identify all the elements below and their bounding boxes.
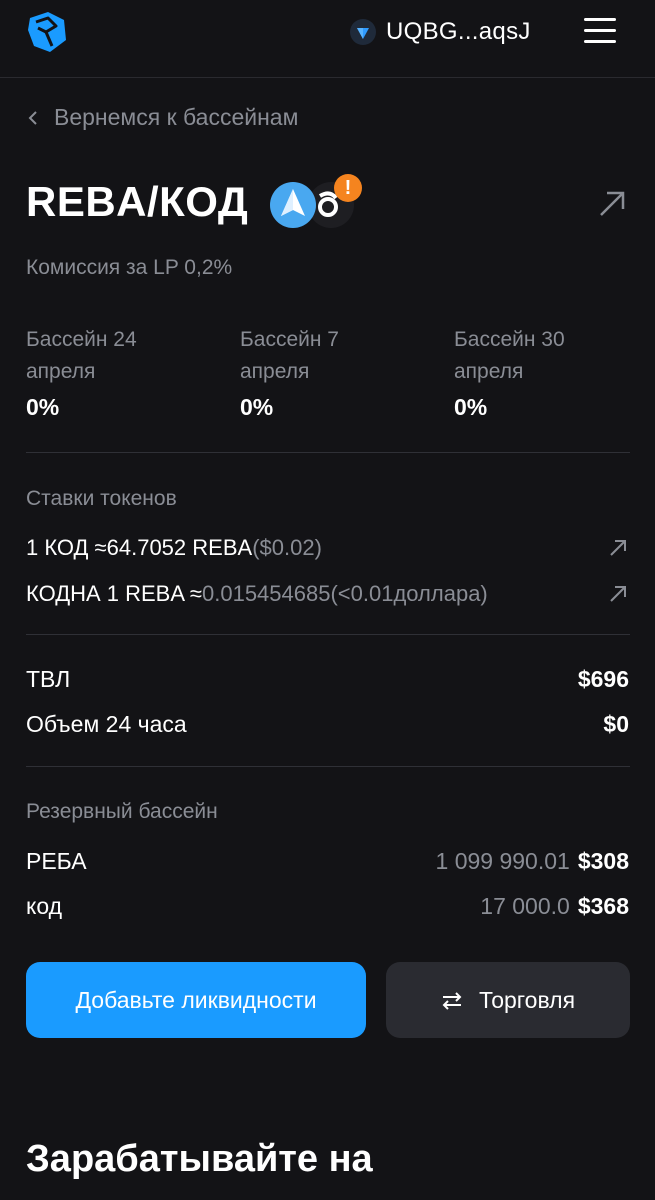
- reserve-value: 1 099 990.01 $308: [436, 848, 629, 875]
- stat-value: 0%: [240, 394, 274, 420]
- trade-button[interactable]: Торговля: [386, 962, 630, 1038]
- reserve-usd: $368: [577, 893, 629, 919]
- token-reba-icon: [268, 180, 318, 230]
- reserve-amount: 1 099 990.01: [435, 848, 570, 874]
- pool-page: UQBG...aqsJ Вернемся к бассейнам REBA/КО…: [0, 0, 655, 1200]
- pool-title: REBA/КОД: [26, 178, 249, 225]
- back-to-pools-link[interactable]: Вернемся к бассейнам: [26, 104, 298, 131]
- reserve-amount: 17 000.0: [480, 893, 570, 919]
- swap-arrows-icon: [441, 990, 463, 1010]
- back-link-label: Вернемся к бассейнам: [54, 104, 299, 130]
- divider: [26, 452, 630, 453]
- reserve-token-label: код: [26, 893, 63, 919]
- reserve-value: 17 000.0 $368: [480, 893, 629, 920]
- divider: [26, 634, 630, 635]
- volume-label: Объем 24 часа: [26, 711, 187, 737]
- stat-value: 0%: [454, 394, 488, 420]
- divider: [26, 766, 630, 767]
- earn-heading: Зарабатывайте на: [26, 1138, 373, 1180]
- stat-30: Бассейн 30 апреля 0%: [454, 324, 624, 421]
- reserves-label: Резервный бассейн: [26, 800, 218, 823]
- stat-value: 0%: [26, 394, 60, 420]
- add-liquidity-button[interactable]: Добавьте ликвидности: [26, 962, 366, 1038]
- token-rates-label: Ставки токенов: [26, 487, 177, 510]
- top-bar: UQBG...aqsJ: [0, 0, 655, 78]
- wallet-button[interactable]: UQBG...aqsJ: [350, 16, 531, 48]
- ton-diamond-icon: [350, 19, 376, 45]
- trade-label: Торговля: [478, 986, 576, 1013]
- reserve-usd: $308: [577, 848, 629, 874]
- chevron-left-icon: [26, 108, 40, 128]
- tvl-value: $696: [577, 666, 629, 692]
- rate-main: КОДНА 1 REBA ≈: [26, 581, 202, 606]
- rate-usd: ($0.02): [252, 535, 322, 560]
- stat-label: Бассейн 24 апреля: [26, 328, 137, 383]
- stat-label: Бассейн 7 апреля: [240, 328, 339, 383]
- stat-7: Бассейн 7 апреля 0%: [240, 324, 410, 421]
- wallet-address: UQBG...aqsJ: [386, 18, 531, 45]
- rate-usd: 0.015454685(<0.01доллара): [202, 581, 488, 606]
- stat-24: Бассейн 24 апреля 0%: [26, 324, 196, 421]
- external-link-icon[interactable]: [608, 538, 628, 558]
- external-link-icon[interactable]: [596, 188, 628, 220]
- volume-value: $0: [603, 711, 629, 737]
- rate-main: 1 КОД ≈64.7052 REBA: [26, 535, 253, 560]
- ston-logo-icon[interactable]: [26, 10, 68, 54]
- rate-row-2: КОДНА 1 REBA ≈0.015454685(<0.01доллара): [26, 581, 488, 607]
- reserve-token-label: РЕБА: [26, 848, 87, 874]
- hamburger-menu-icon[interactable]: [584, 18, 618, 44]
- tvl-label: ТВЛ: [26, 666, 71, 692]
- stat-label: Бассейн 30 апреля: [454, 328, 565, 383]
- rate-row-1: 1 КОД ≈64.7052 REBA($0.02): [26, 535, 322, 561]
- warning-badge: !: [334, 174, 362, 202]
- external-link-icon[interactable]: [608, 584, 628, 604]
- lp-fee-label: Комиссия за LP 0,2%: [26, 256, 233, 279]
